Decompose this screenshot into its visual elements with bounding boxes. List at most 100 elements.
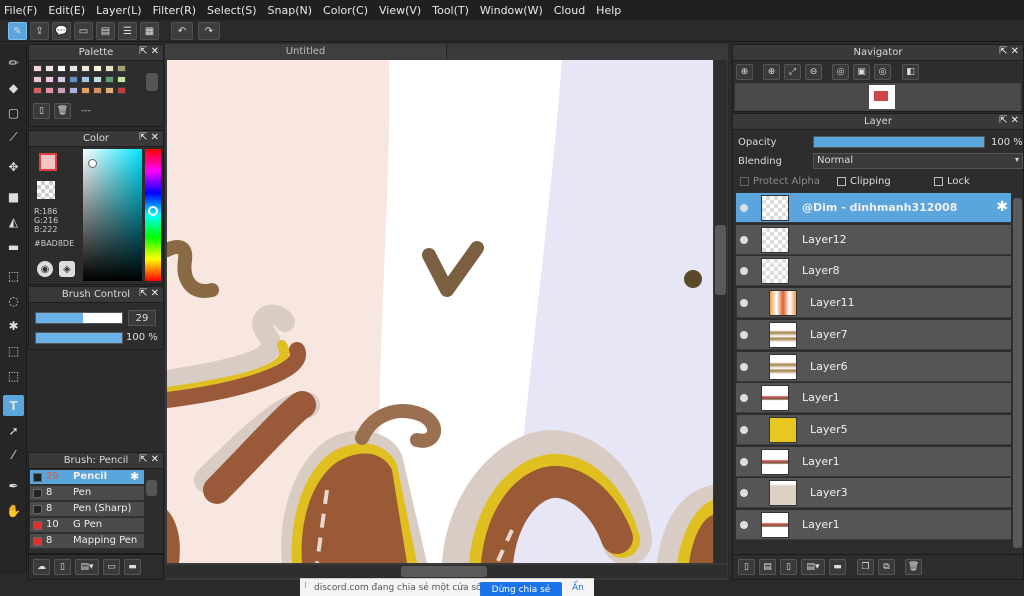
layer-row[interactable]: @Dim - dinhmanh312008 ✱ [736,193,1011,223]
delete-layer-icon[interactable]: 🗑 [905,559,922,575]
zoom-actual-icon[interactable]: ⤢ [784,64,801,80]
new-palette-icon[interactable]: ▯ [33,103,50,119]
layer-row[interactable]: Layer12 [736,224,1011,255]
eye-icon[interactable] [740,425,748,434]
brush-size-value[interactable]: 29 [128,310,156,326]
transparent-color-swatch[interactable] [37,181,55,199]
palette-swatch[interactable] [105,76,114,83]
protect-alpha-checkbox[interactable] [740,177,749,186]
brush-mode-icon[interactable]: ✎ [8,22,27,40]
palette-swatch[interactable] [33,76,42,83]
rotate-right-icon[interactable]: ◎ [874,64,891,80]
layer-row[interactable]: Layer1 [736,510,1011,540]
lasso-tool-icon[interactable]: ◌ [3,290,24,311]
redo-icon[interactable]: ↷ [198,22,220,40]
brush-list-scrollbar[interactable] [146,480,157,496]
marquee-tool-icon[interactable]: ⬚ [3,265,24,286]
eye-icon[interactable] [740,394,748,403]
menu-help[interactable]: Help [596,4,621,17]
palette-swatch[interactable] [45,76,54,83]
vertical-scroll-thumb[interactable] [715,225,726,295]
palette-swatch[interactable] [69,65,78,72]
panel-close-icon[interactable]: ⇱ ✕ [139,288,159,299]
menu-layer[interactable]: Layer(L) [96,4,141,17]
palette-swatch[interactable] [117,76,126,83]
layer-row[interactable]: Layer6 [736,351,1011,382]
canvas-vertical-scrollbar[interactable] [714,60,727,563]
flip-icon[interactable]: ◧ [902,64,919,80]
color-picker-cursor[interactable] [88,159,97,168]
panel-close-icon[interactable]: ⇱ ✕ [999,46,1019,57]
brush-item[interactable]: 10 G Pen [30,518,144,533]
palette-swatch[interactable] [81,76,90,83]
select-eraser-tool-icon[interactable]: ⬚ [3,365,24,386]
layer-row[interactable]: Layer7 [736,319,1011,350]
color-wheel-icon[interactable]: ◉ [37,261,53,277]
hide-link[interactable]: Ẩn [572,583,584,593]
share-icon[interactable]: ⇪ [30,22,49,40]
magic-wand-tool-icon[interactable]: ✱ [3,315,24,336]
brush-item[interactable]: 8 Mapping Pen [30,534,144,549]
palette-swatch[interactable] [45,65,54,72]
menu-window[interactable]: Window(W) [480,4,543,17]
fill-tool-icon[interactable]: ◭ [3,211,24,232]
brush-size-slider[interactable] [35,312,123,324]
gradient-tool-icon[interactable]: ▬ [3,236,24,257]
palette-swatch[interactable] [105,65,114,72]
eye-icon[interactable] [740,521,748,529]
palette-swatch[interactable] [81,65,90,72]
layer-row[interactable]: Layer1 [736,446,1011,477]
palette-swatch[interactable] [45,87,54,94]
menu-view[interactable]: View(V) [379,4,421,17]
brush-copy-icon[interactable]: ▭ [103,559,120,575]
palette-swatch[interactable] [93,65,102,72]
layer-row[interactable]: Layer1 [736,383,1011,414]
palette-swatch[interactable] [33,87,42,94]
brush-item[interactable]: 29 Pencil ✱ [30,470,144,485]
canvas-horizontal-scrollbar[interactable] [165,565,727,578]
select-pen-tool-icon[interactable]: ⟋ [3,127,24,148]
stop-sharing-button[interactable]: Dừng chia sẻ [480,582,562,596]
brush-settings-icon[interactable]: ✱ [130,470,139,483]
menu-file[interactable]: File(F) [4,4,37,17]
panel-close-icon[interactable]: ⇱ ✕ [139,46,159,57]
eye-icon[interactable] [740,267,748,276]
artwork-canvas[interactable] [167,60,713,563]
layer-row[interactable]: Layer3 [736,478,1011,509]
undo-icon[interactable]: ↶ [171,22,193,40]
new-folder-icon[interactable]: ▬ [829,559,846,575]
brush-folder-icon[interactable]: ▬ [124,559,141,575]
select-rect-tool-icon[interactable]: ▢ [3,102,24,123]
delete-palette-icon[interactable]: 🗑 [54,103,71,119]
lock-checkbox[interactable] [934,177,943,186]
navigator-preview-area[interactable] [735,83,1021,111]
eyedropper-tool-icon[interactable]: ⁄ [3,444,24,465]
color-settings-icon[interactable]: ◈ [59,261,75,277]
palette-swatch[interactable] [69,87,78,94]
move-tool-icon[interactable]: ✥ [3,156,24,177]
saturation-value-box[interactable] [83,149,142,281]
panel-close-icon[interactable]: ⇱ ✕ [999,115,1019,126]
brush-item[interactable]: 8 Pen (Sharp) [30,502,144,517]
palette-swatch[interactable] [105,87,114,94]
eraser-tool-icon[interactable]: ◆ [3,77,24,98]
foreground-color-swatch[interactable] [39,153,57,171]
brush-item[interactable]: 8 Pen [30,486,144,501]
navigator-thumbnail[interactable] [869,85,895,109]
palette-swatch[interactable] [81,87,90,94]
palette-swatch[interactable] [69,76,78,83]
fit-window-icon[interactable]: ▣ [853,64,870,80]
zoom-out-icon[interactable]: ⊖ [805,64,822,80]
eye-icon[interactable] [740,457,748,466]
palette-swatch[interactable] [117,87,126,94]
add-layer-menu-icon[interactable]: ▤▾ [801,559,825,575]
palette-swatch[interactable] [33,65,42,72]
text-tool-icon[interactable]: T [3,395,24,416]
brush-tool-icon[interactable]: ✏ [3,52,24,73]
panel-close-icon[interactable]: ⇱ ✕ [139,132,159,143]
palette-swatch[interactable] [57,65,66,72]
layer-row[interactable]: Layer5 [736,414,1011,445]
layer-scroll-thumb[interactable] [1013,198,1022,548]
palette-swatch[interactable] [57,87,66,94]
layer-row[interactable]: Layer8 [736,256,1011,287]
